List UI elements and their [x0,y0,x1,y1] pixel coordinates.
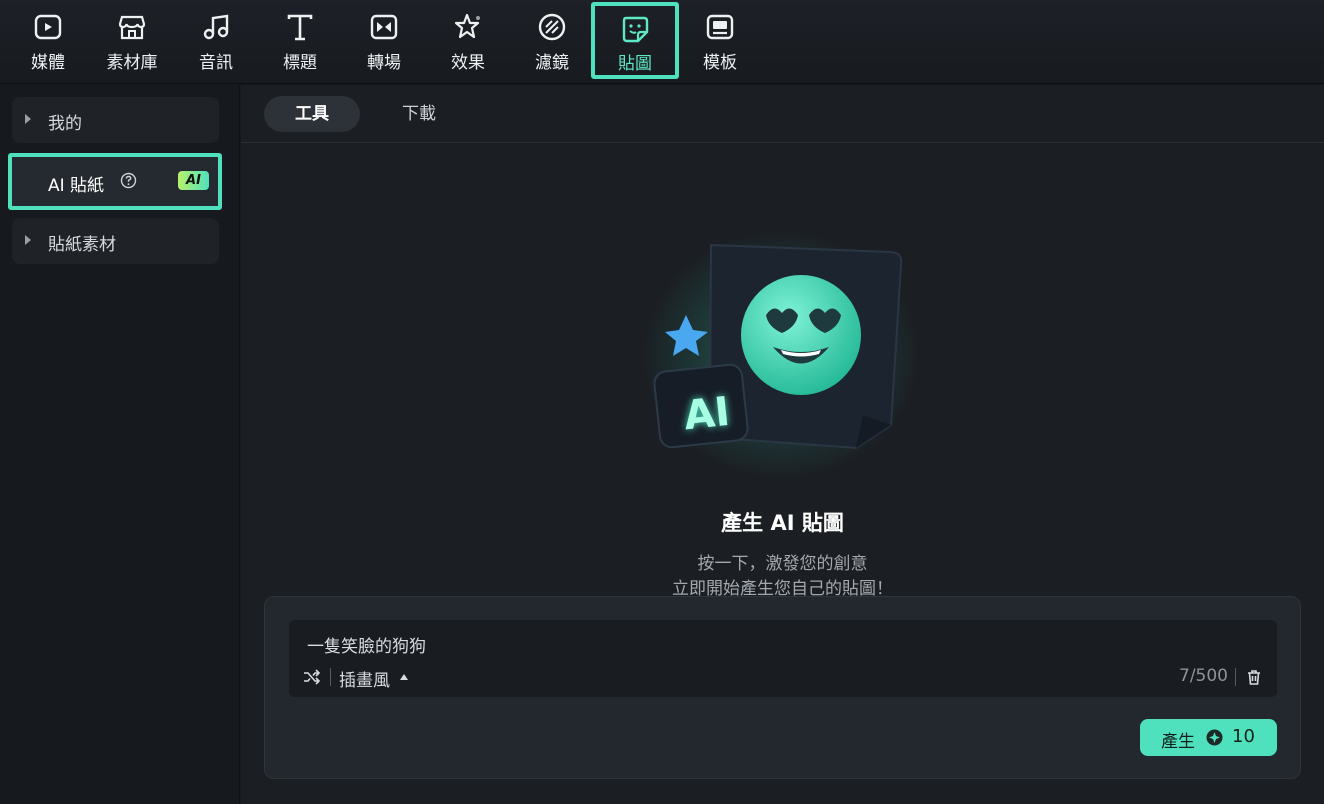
toolbar-effects-label: 效果 [451,53,485,73]
filter-icon [538,13,566,41]
top-toolbar: 媒體 素材庫 音訊 標題 轉場 效果 濾鏡 貼圖 模板 [0,0,1324,84]
ai-badge: AI [178,171,209,190]
toolbar-stickers-label: 貼圖 [618,54,652,74]
transition-icon [370,14,398,40]
divider [1235,668,1236,686]
sticker-icon [622,16,649,43]
prompt-input[interactable]: 一隻笑臉的狗狗 插畫風 7/500 [289,620,1277,697]
caret-up-icon[interactable] [400,674,408,680]
prompt-panel: 一隻笑臉的狗狗 插畫風 7/500 產生 10 [264,596,1301,779]
toolbar-stickers[interactable]: 貼圖 [591,2,679,79]
tab-bar: 工具 下載 [241,85,1324,143]
sidebar: 我的 AI 貼紙 AI 貼紙素材 [0,85,240,804]
tab-downloads[interactable]: 下載 [371,96,467,132]
toolbar-stock-label: 素材庫 [106,53,158,73]
tab-tools[interactable]: 工具 [264,96,360,132]
hero-title: 產生 AI 貼圖 [721,511,844,535]
help-icon[interactable] [120,172,137,189]
sidebar-item-mine[interactable]: 我的 [12,97,219,143]
hero-subtitle-line1: 按一下，激發您的創意 [697,554,868,574]
main-panel: 工具 下載 AI 產生 AI 貼圖 按一下，激發您的創意 立即開始產生您自己的貼… [241,85,1324,804]
trash-icon[interactable] [1245,668,1263,686]
toolbar-filters[interactable]: 濾鏡 [510,0,594,84]
effects-star-icon [454,13,480,39]
toolbar-stock[interactable]: 素材庫 [90,0,174,84]
toolbar-effects[interactable]: 效果 [426,0,510,84]
toolbar-templates[interactable]: 模板 [678,0,762,84]
generate-label: 產生 [1161,732,1195,752]
char-count: 7/500 [1179,666,1228,686]
toolbar-media[interactable]: 媒體 [6,0,90,84]
toolbar-transitions-label: 轉場 [367,53,401,73]
toolbar-audio-label: 音訊 [199,53,233,73]
sidebar-item-label: 貼紙素材 [48,235,116,255]
generate-button[interactable]: 產生 10 [1140,719,1277,756]
credit-icon [1206,729,1223,746]
ai-badge-text: AI [681,388,732,440]
sidebar-item-label: AI 貼紙 [48,176,105,196]
generate-cost: 10 [1232,726,1255,747]
template-icon [706,14,734,40]
text-icon [287,14,313,41]
divider [330,668,331,686]
prompt-text[interactable]: 一隻笑臉的狗狗 [307,632,426,657]
style-selector[interactable]: 插畫風 [339,666,390,691]
sidebar-item-ai-stickers[interactable]: AI 貼紙 AI [8,153,222,210]
sidebar-item-label: 我的 [48,114,82,134]
shuffle-icon[interactable] [303,668,321,686]
media-icon [34,14,62,40]
expand-arrow-icon [25,114,31,124]
toolbar-titles[interactable]: 標題 [258,0,342,84]
toolbar-media-label: 媒體 [31,53,65,73]
toolbar-transitions[interactable]: 轉場 [342,0,426,84]
toolbar-audio[interactable]: 音訊 [174,0,258,84]
sidebar-item-sticker-assets[interactable]: 貼紙素材 [12,218,219,264]
expand-arrow-icon [25,235,31,245]
store-icon [118,15,146,40]
music-note-icon [203,14,229,40]
toolbar-titles-label: 標題 [283,53,317,73]
toolbar-templates-label: 模板 [703,53,737,73]
toolbar-filters-label: 濾鏡 [535,53,569,73]
